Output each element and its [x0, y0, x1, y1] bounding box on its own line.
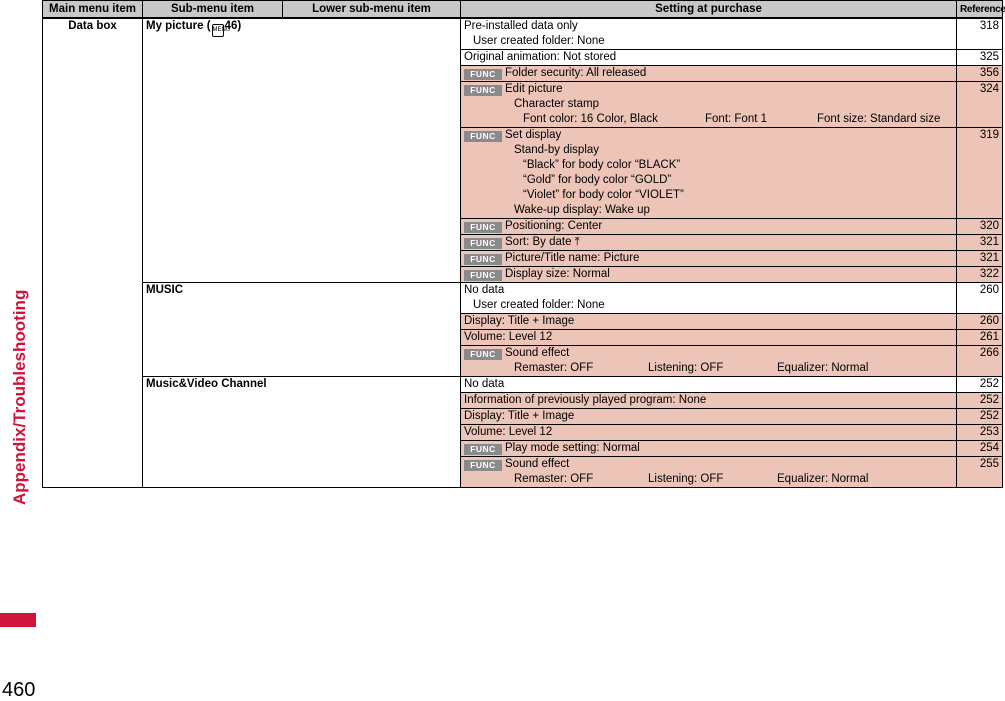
sub-menu-music-video-channel: Music&Video Channel — [142, 376, 461, 488]
table-header-row: Main menu item Sub-menu item Lower sub-m… — [42, 0, 1005, 19]
reference-cell: 319 — [956, 127, 1003, 219]
reference-cell: 260 — [956, 282, 1003, 314]
func-icon: FUNC — [464, 131, 502, 142]
reference-cell: 261 — [956, 329, 1003, 346]
setting-cell: FUNC Sort: By date ⤒ — [460, 234, 957, 251]
setting-cell: Information of previously played program… — [460, 392, 957, 409]
header-sub-menu: Sub-menu item — [142, 0, 283, 19]
side-tab: Appendix/Troubleshooting — [0, 0, 38, 698]
side-tab-label: Appendix/Troubleshooting — [10, 289, 29, 505]
menu-key-icon: MENU — [211, 24, 230, 37]
setting-cell: FUNC Sound effect Remaster: OFF Listening:… — [460, 456, 957, 488]
reference-cell: 325 — [956, 49, 1003, 66]
settings-table: Main menu item Sub-menu item Lower sub-m… — [42, 0, 1005, 488]
main-menu-cell: Data box — [42, 17, 143, 488]
setting-cell: FUNC Display size: Normal — [460, 266, 957, 283]
func-icon: FUNC — [464, 460, 502, 471]
func-icon: FUNC — [464, 444, 502, 455]
setting-cell: Pre-installed data only User created fol… — [460, 17, 957, 50]
reference-cell: 266 — [956, 345, 1003, 377]
reference-cell: 322 — [956, 266, 1003, 283]
func-icon: FUNC — [464, 238, 502, 249]
header-main-menu: Main menu item — [42, 0, 143, 19]
reference-cell: 321 — [956, 250, 1003, 267]
sub-menu-my-picture: My picture (MENU46) — [142, 17, 461, 283]
setting-cell: Display: Title + Image — [460, 408, 957, 425]
reference-cell: 356 — [956, 65, 1003, 82]
table-row: Music&Video Channel No data 252 — [43, 376, 1003, 488]
header-lower-sub-menu: Lower sub-menu item — [282, 0, 461, 19]
reference-cell: 253 — [956, 424, 1003, 441]
reference-cell: 321 — [956, 234, 1003, 251]
header-reference: Reference — [956, 0, 1005, 19]
func-icon: FUNC — [464, 69, 502, 80]
func-icon: FUNC — [464, 349, 502, 360]
setting-cell: Display: Title + Image — [460, 313, 957, 330]
setting-cell: FUNC Sound effect Remaster: OFF Listening:… — [460, 345, 957, 377]
side-tab-marker — [0, 613, 36, 627]
setting-cell: FUNC Picture/Title name: Picture — [460, 250, 957, 267]
func-icon: FUNC — [464, 222, 502, 233]
reference-cell: 255 — [956, 456, 1003, 488]
setting-cell: FUNC Play mode setting: Normal — [460, 440, 957, 457]
page-number: 460 — [2, 679, 36, 701]
setting-cell: Volume: Level 12 — [460, 329, 957, 346]
reference-cell: 252 — [956, 408, 1003, 425]
table-row: Data box My picture (MENU46) Pre-install… — [42, 17, 1003, 488]
reference-cell: 324 — [956, 81, 1003, 128]
setting-cell: No data — [460, 376, 957, 393]
setting-cell: No data User created folder: None — [460, 282, 957, 314]
setting-cell: FUNC Positioning: Center — [460, 218, 957, 235]
func-icon: FUNC — [464, 270, 502, 281]
reference-cell: 318 — [956, 17, 1003, 50]
setting-cell: FUNC Folder security: All released — [460, 65, 957, 82]
setting-cell: Original animation: Not stored — [460, 49, 957, 66]
reference-cell: 260 — [956, 313, 1003, 330]
setting-cell: FUNC Set display Stand-by display “Black”… — [460, 127, 957, 219]
reference-cell: 320 — [956, 218, 1003, 235]
sub-menu-music: MUSIC — [142, 282, 461, 377]
table-row: MUSIC No data User created folder: None … — [43, 282, 1003, 377]
reference-cell: 252 — [956, 392, 1003, 409]
func-icon: FUNC — [464, 85, 502, 96]
setting-cell: Volume: Level 12 — [460, 424, 957, 441]
func-icon: FUNC — [464, 254, 502, 265]
reference-cell: 254 — [956, 440, 1003, 457]
setting-cell: FUNC Edit picture Character stamp Font co… — [460, 81, 957, 128]
reference-cell: 252 — [956, 376, 1003, 393]
header-setting: Setting at purchase — [460, 0, 957, 19]
